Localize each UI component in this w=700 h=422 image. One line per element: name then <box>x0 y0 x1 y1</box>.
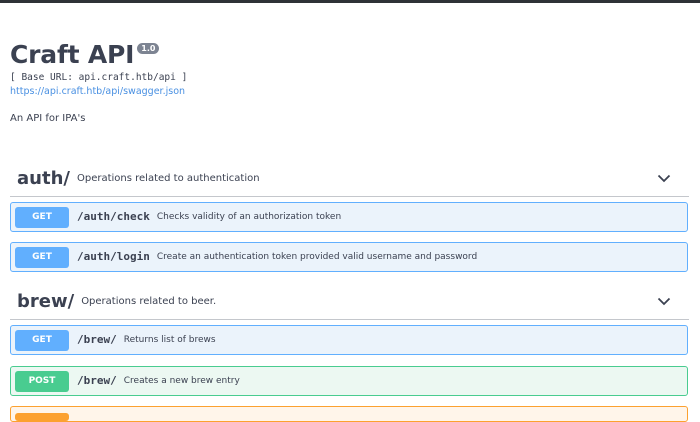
tag-name: brew/ <box>17 290 75 312</box>
operation-path: /auth/login <box>77 250 150 263</box>
tag-auth[interactable]: auth/ Operations related to authenticati… <box>10 161 689 197</box>
operation-summary: Returns list of brews <box>123 335 216 345</box>
version-badge: 1.0 <box>137 43 160 54</box>
tag-description: Operations related to authentication <box>76 173 260 184</box>
method-badge: GET <box>15 206 69 228</box>
method-badge: GET <box>15 246 69 268</box>
base-url: [ Base URL: api.craft.htb/api ] <box>10 72 188 83</box>
operation-summary: Creates a new brew entry <box>123 376 240 386</box>
method-badge <box>15 413 69 421</box>
title-row: Craft API 1.0 <box>10 40 690 70</box>
operation-get-auth-login[interactable]: GET /auth/login Create an authentication… <box>10 242 688 272</box>
operation-get-brew[interactable]: GET /brew/ Returns list of brews <box>10 325 688 355</box>
method-badge: GET <box>15 329 69 351</box>
api-title: Craft API <box>10 40 135 69</box>
operation-get-auth-check[interactable]: GET /auth/check Checks validity of an au… <box>10 202 688 232</box>
operation-summary: Checks validity of an authorization toke… <box>156 212 342 222</box>
chevron-down-icon[interactable] <box>657 173 671 183</box>
api-description: An API for IPA's <box>10 113 86 124</box>
operation-post-brew[interactable]: POST /brew/ Creates a new brew entry <box>10 366 688 396</box>
api-info: Craft API 1.0 [ Base URL: api.craft.htb/… <box>10 40 690 126</box>
swagger-json-link[interactable]: https://api.craft.htb/api/swagger.json <box>10 85 690 99</box>
operation-summary: Create an authentication token provided … <box>156 252 478 262</box>
operation-path: /brew/ <box>77 333 117 346</box>
method-badge: POST <box>15 370 69 392</box>
operation-put-partial[interactable] <box>10 406 688 422</box>
tag-name: auth/ <box>17 167 70 189</box>
tag-description: Operations related to beer. <box>81 296 217 307</box>
top-bar <box>0 0 700 3</box>
operation-path: /brew/ <box>77 374 117 387</box>
operation-path: /auth/check <box>77 210 150 223</box>
chevron-down-icon[interactable] <box>657 296 671 306</box>
tag-brew[interactable]: brew/ Operations related to beer. <box>10 284 689 320</box>
